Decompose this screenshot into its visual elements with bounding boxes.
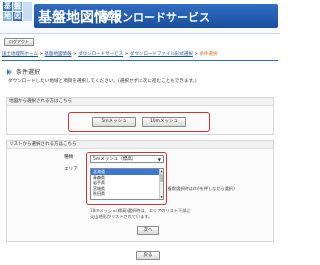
brand-banner: 基盤地図情報 ダウンロードサービス [34, 4, 278, 28]
note-line-2: 火山地形がリストされています。 [90, 214, 153, 219]
breadcrumb-current: 条件選択 [199, 52, 218, 57]
scroll-down-icon[interactable]: ▼ [160, 195, 163, 199]
logo-accent [23, 2, 32, 21]
section-description: ダウンロードしたい地域と項目を選択してください。(選択せずに次に進むこともできま… [8, 79, 197, 84]
breadcrumb-link-download[interactable]: ダウンロードサービス [78, 52, 123, 57]
mesh-5m-button[interactable]: 5mメッシュ [92, 117, 136, 127]
logo-cell: 盤 [13, 2, 22, 11]
breadcrumb: 国土地理院ホーム > 基盤地図情報 > ダウンロードサービス > ダウンロードフ… [2, 51, 278, 59]
chevron-right-icon [7, 69, 12, 75]
area-label: エリア [64, 167, 78, 172]
logo: 基 盤 地 図 [3, 2, 33, 32]
area-option[interactable]: 秋田県 [91, 191, 163, 197]
divider [2, 60, 278, 61]
site-header: 基 盤 地 図 基盤地図情報 ダウンロードサービス [0, 0, 280, 34]
type-label: 種類 [64, 155, 74, 160]
mesh-10m-button[interactable]: 10mメッシュ [142, 117, 186, 127]
highlight-box [68, 112, 210, 132]
next-button[interactable]: 次へ [137, 226, 159, 235]
list-panel-heading: リストから選択される方はこちら [7, 141, 273, 149]
breadcrumb-link-home[interactable]: 国土地理院ホーム [2, 52, 38, 57]
brand-subtitle: ダウンロードサービス [100, 11, 210, 24]
breadcrumb-separator: > [72, 52, 77, 57]
scroll-up-icon[interactable]: ▲ [160, 169, 163, 173]
breadcrumb-separator: > [194, 52, 199, 57]
area-listbox-scrollbar[interactable]: ▲ ▼ [159, 169, 163, 199]
logo-cell: 図 [13, 12, 22, 21]
breadcrumb-separator: > [39, 52, 44, 57]
logout-button[interactable]: ログアウト [4, 38, 34, 46]
type-select-value: 5mメッシュ（標高） [93, 157, 137, 162]
map-panel-heading: 地図から選択される方はこちら [7, 98, 273, 106]
section-title-text: 条件選択 [16, 69, 41, 76]
breadcrumb-link-format[interactable]: ダウンロードファイル形式選択 [130, 52, 193, 57]
area-listbox[interactable]: 北海道 青森県 岩手県 宮城県 秋田県 ▲ ▼ [90, 168, 164, 200]
breadcrumb-link-kiban[interactable]: 基盤地図情報 [45, 52, 72, 57]
section-title: 条件選択 [7, 68, 40, 76]
logo-cell: 基 [3, 2, 12, 11]
multi-select-hint: (複数選択時はctrlを押しながら選択) [166, 186, 235, 191]
type-select[interactable]: 5mメッシュ（標高） ▼ [90, 155, 164, 163]
logo-cell: 地 [3, 12, 12, 21]
breadcrumb-separator: > [124, 52, 129, 57]
scroll-thumb[interactable] [160, 174, 163, 182]
chevron-down-icon: ▼ [157, 157, 161, 162]
back-button[interactable]: 戻る [136, 251, 160, 260]
